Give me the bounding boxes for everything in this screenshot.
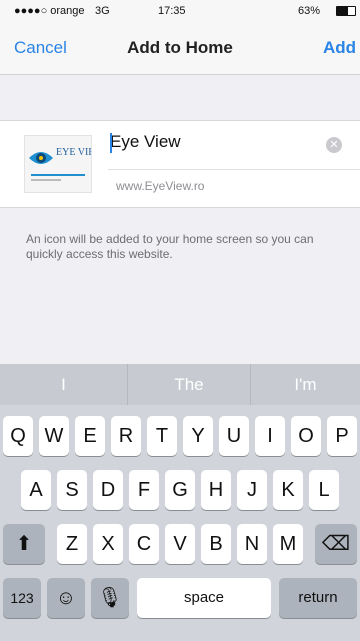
clear-text-icon[interactable]: ✕ (326, 137, 342, 153)
navigation-bar: Cancel Add to Home Add (0, 22, 360, 75)
key-n[interactable]: N (237, 524, 267, 564)
key-t[interactable]: T (147, 416, 177, 456)
key-u[interactable]: U (219, 416, 249, 456)
return-key[interactable]: return (279, 578, 357, 618)
key-j[interactable]: J (237, 470, 267, 510)
backspace-icon: ⌫ (321, 533, 351, 555)
dictation-key[interactable]: 🎙 (91, 578, 129, 618)
status-bar: ●●●●○ orange 3G 17:35 63% (0, 0, 360, 22)
key-d[interactable]: D (93, 470, 123, 510)
divider (108, 169, 360, 170)
logo-wordmark: EYE VIEW (56, 147, 91, 158)
clock: 17:35 (158, 5, 186, 17)
delete-key[interactable]: ⌫ (315, 524, 357, 564)
keyboard: Q W E R T Y U I O P A S D F G H J K L ⬆ … (0, 405, 360, 641)
page-title: Add to Home (127, 38, 233, 57)
key-f[interactable]: F (129, 470, 159, 510)
emoji-icon: ☺ (55, 587, 77, 609)
shift-key[interactable]: ⬆ (3, 524, 45, 564)
text-cursor (110, 133, 112, 153)
key-a[interactable]: A (21, 470, 51, 510)
key-l[interactable]: L (309, 470, 339, 510)
key-o[interactable]: O (291, 416, 321, 456)
battery-percent: 63% (298, 5, 321, 17)
key-m[interactable]: M (273, 524, 303, 564)
add-button[interactable]: Add (323, 38, 356, 58)
info-note: An icon will be added to your home scree… (26, 232, 314, 261)
bookmark-name-input[interactable] (110, 127, 310, 157)
key-c[interactable]: C (129, 524, 159, 564)
website-url: www.EyeView.ro (116, 179, 205, 193)
key-z[interactable]: Z (57, 524, 87, 564)
key-h[interactable]: H (201, 470, 231, 510)
predictive-bar: I The I'm (0, 364, 360, 405)
key-i[interactable]: I (255, 416, 285, 456)
key-w[interactable]: W (39, 416, 69, 456)
key-e[interactable]: E (75, 416, 105, 456)
eye-logo-icon (29, 152, 53, 164)
key-b[interactable]: B (201, 524, 231, 564)
key-r[interactable]: R (111, 416, 141, 456)
space-key[interactable]: space (137, 578, 271, 618)
suggestion-2[interactable]: The (128, 364, 250, 405)
key-q[interactable]: Q (3, 416, 33, 456)
suggestion-1[interactable]: I (0, 364, 127, 405)
key-s[interactable]: S (57, 470, 87, 510)
emoji-key[interactable]: ☺ (47, 578, 85, 618)
battery-icon (336, 6, 356, 16)
carrier-label: ●●●●○ orange (14, 5, 85, 17)
website-icon-thumbnail: EYE VIEW (24, 135, 104, 193)
bookmark-card: EYE VIEW ✕ www.EyeView.ro (0, 120, 360, 208)
microphone-icon: 🎙 (97, 587, 123, 609)
key-v[interactable]: V (165, 524, 195, 564)
key-g[interactable]: G (165, 470, 195, 510)
key-y[interactable]: Y (183, 416, 213, 456)
numbers-key[interactable]: 123 (3, 578, 41, 618)
shift-icon: ⬆ (15, 533, 33, 555)
key-p[interactable]: P (327, 416, 357, 456)
battery-fill (337, 7, 349, 15)
suggestion-3[interactable]: I'm (251, 364, 360, 405)
key-k[interactable]: K (273, 470, 303, 510)
key-x[interactable]: X (93, 524, 123, 564)
network-label: 3G (95, 5, 110, 17)
